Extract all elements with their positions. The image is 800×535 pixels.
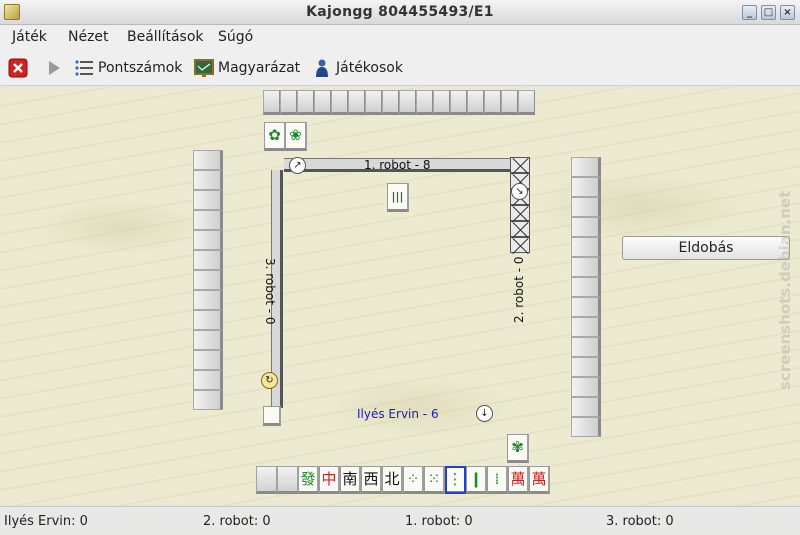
toolbar: Pontszámok Magyarázat Játékosok [0,50,800,86]
status-bar: Ilyés Ervin: 0 2. robot: 0 1. robot: 0 3… [0,506,800,535]
menu-help[interactable]: Súgó [218,29,253,45]
east-player-label: 2. robot - 0 [512,256,526,323]
hand-tile[interactable]: ⁞ [487,466,508,494]
player-hand: 發 中 南 西 北 ⁘ ⁙ ⋮ ❙ ⁞ 萬 萬 [256,466,550,494]
menu-settings[interactable]: Beállítások [127,29,204,45]
blackboard-icon [194,59,214,77]
play-icon [49,61,60,75]
north-wall [263,90,535,115]
east-rail [510,157,532,253]
hand-tile-selected[interactable]: ⋮ [445,466,466,494]
hand-tile[interactable]: 發 [298,466,319,494]
bonus-tile[interactable]: ✿ [264,122,286,151]
players-button[interactable]: Játékosok [312,57,403,79]
bonus-tile[interactable]: ✾ [507,434,529,463]
discard-button[interactable]: Eldobás [622,236,790,260]
watermark: screenshots.debian.net [776,190,794,390]
north-player-label: 1. robot - 8 [364,158,431,172]
self-player-label: Ilyés Ervin - 6 [357,407,439,421]
game-board [0,87,800,506]
west-wall [193,150,223,410]
menu-view[interactable]: Nézet [68,29,109,45]
wall-tile [263,406,281,426]
discarded-tile[interactable]: ||| [387,183,409,212]
scores-button[interactable]: Pontszámok [74,57,182,79]
close-window-button[interactable]: × [780,5,795,20]
hand-tile[interactable]: 北 [382,466,403,494]
hand-tile[interactable]: 萬 [508,466,529,494]
hand-tile[interactable]: 西 [361,466,382,494]
players-label: Játékosok [336,60,403,76]
scores-label: Pontszámok [98,60,183,76]
window-title: Kajongg 804455493/E1 [306,4,494,20]
wind-marker-icon: ↗ [289,157,306,174]
player-icon [316,59,328,77]
play-button[interactable] [44,57,68,79]
hand-tile[interactable]: 中 [319,466,340,494]
menu-game[interactable]: Játék [12,29,47,45]
east-wall [571,157,601,437]
list-icon [75,60,93,76]
west-player-label: 3. robot - 0 [263,258,277,325]
hand-tile[interactable]: 萬 [529,466,550,494]
hidden-tile [256,466,277,494]
status-player-4: 3. robot: 0 [606,514,674,529]
hand-tile[interactable]: ❙ [466,466,487,494]
wind-marker-icon: ↻ [261,372,278,389]
quit-button[interactable] [8,57,32,79]
explain-label: Magyarázat [218,60,301,76]
hand-tile[interactable]: 南 [340,466,361,494]
title-bar: Kajongg 804455493/E1 _ □ × [0,0,800,25]
status-player-3: 1. robot: 0 [405,514,473,529]
status-player-1: Ilyés Ervin: 0 [4,514,88,529]
maximize-button[interactable]: □ [761,5,776,20]
quit-icon [8,58,28,78]
hand-tile[interactable]: ⁙ [424,466,445,494]
hand-tile[interactable]: ⁘ [403,466,424,494]
wind-marker-icon: ↘ [511,183,528,200]
hidden-tile [277,466,298,494]
bonus-tile[interactable]: ❀ [285,122,307,151]
wind-marker-icon: ↓ [476,405,493,422]
minimize-button[interactable]: _ [742,5,757,20]
menu-bar: Játék Nézet Beállítások Súgó [0,25,800,50]
explain-button[interactable]: Magyarázat [194,57,300,79]
status-player-2: 2. robot: 0 [203,514,271,529]
